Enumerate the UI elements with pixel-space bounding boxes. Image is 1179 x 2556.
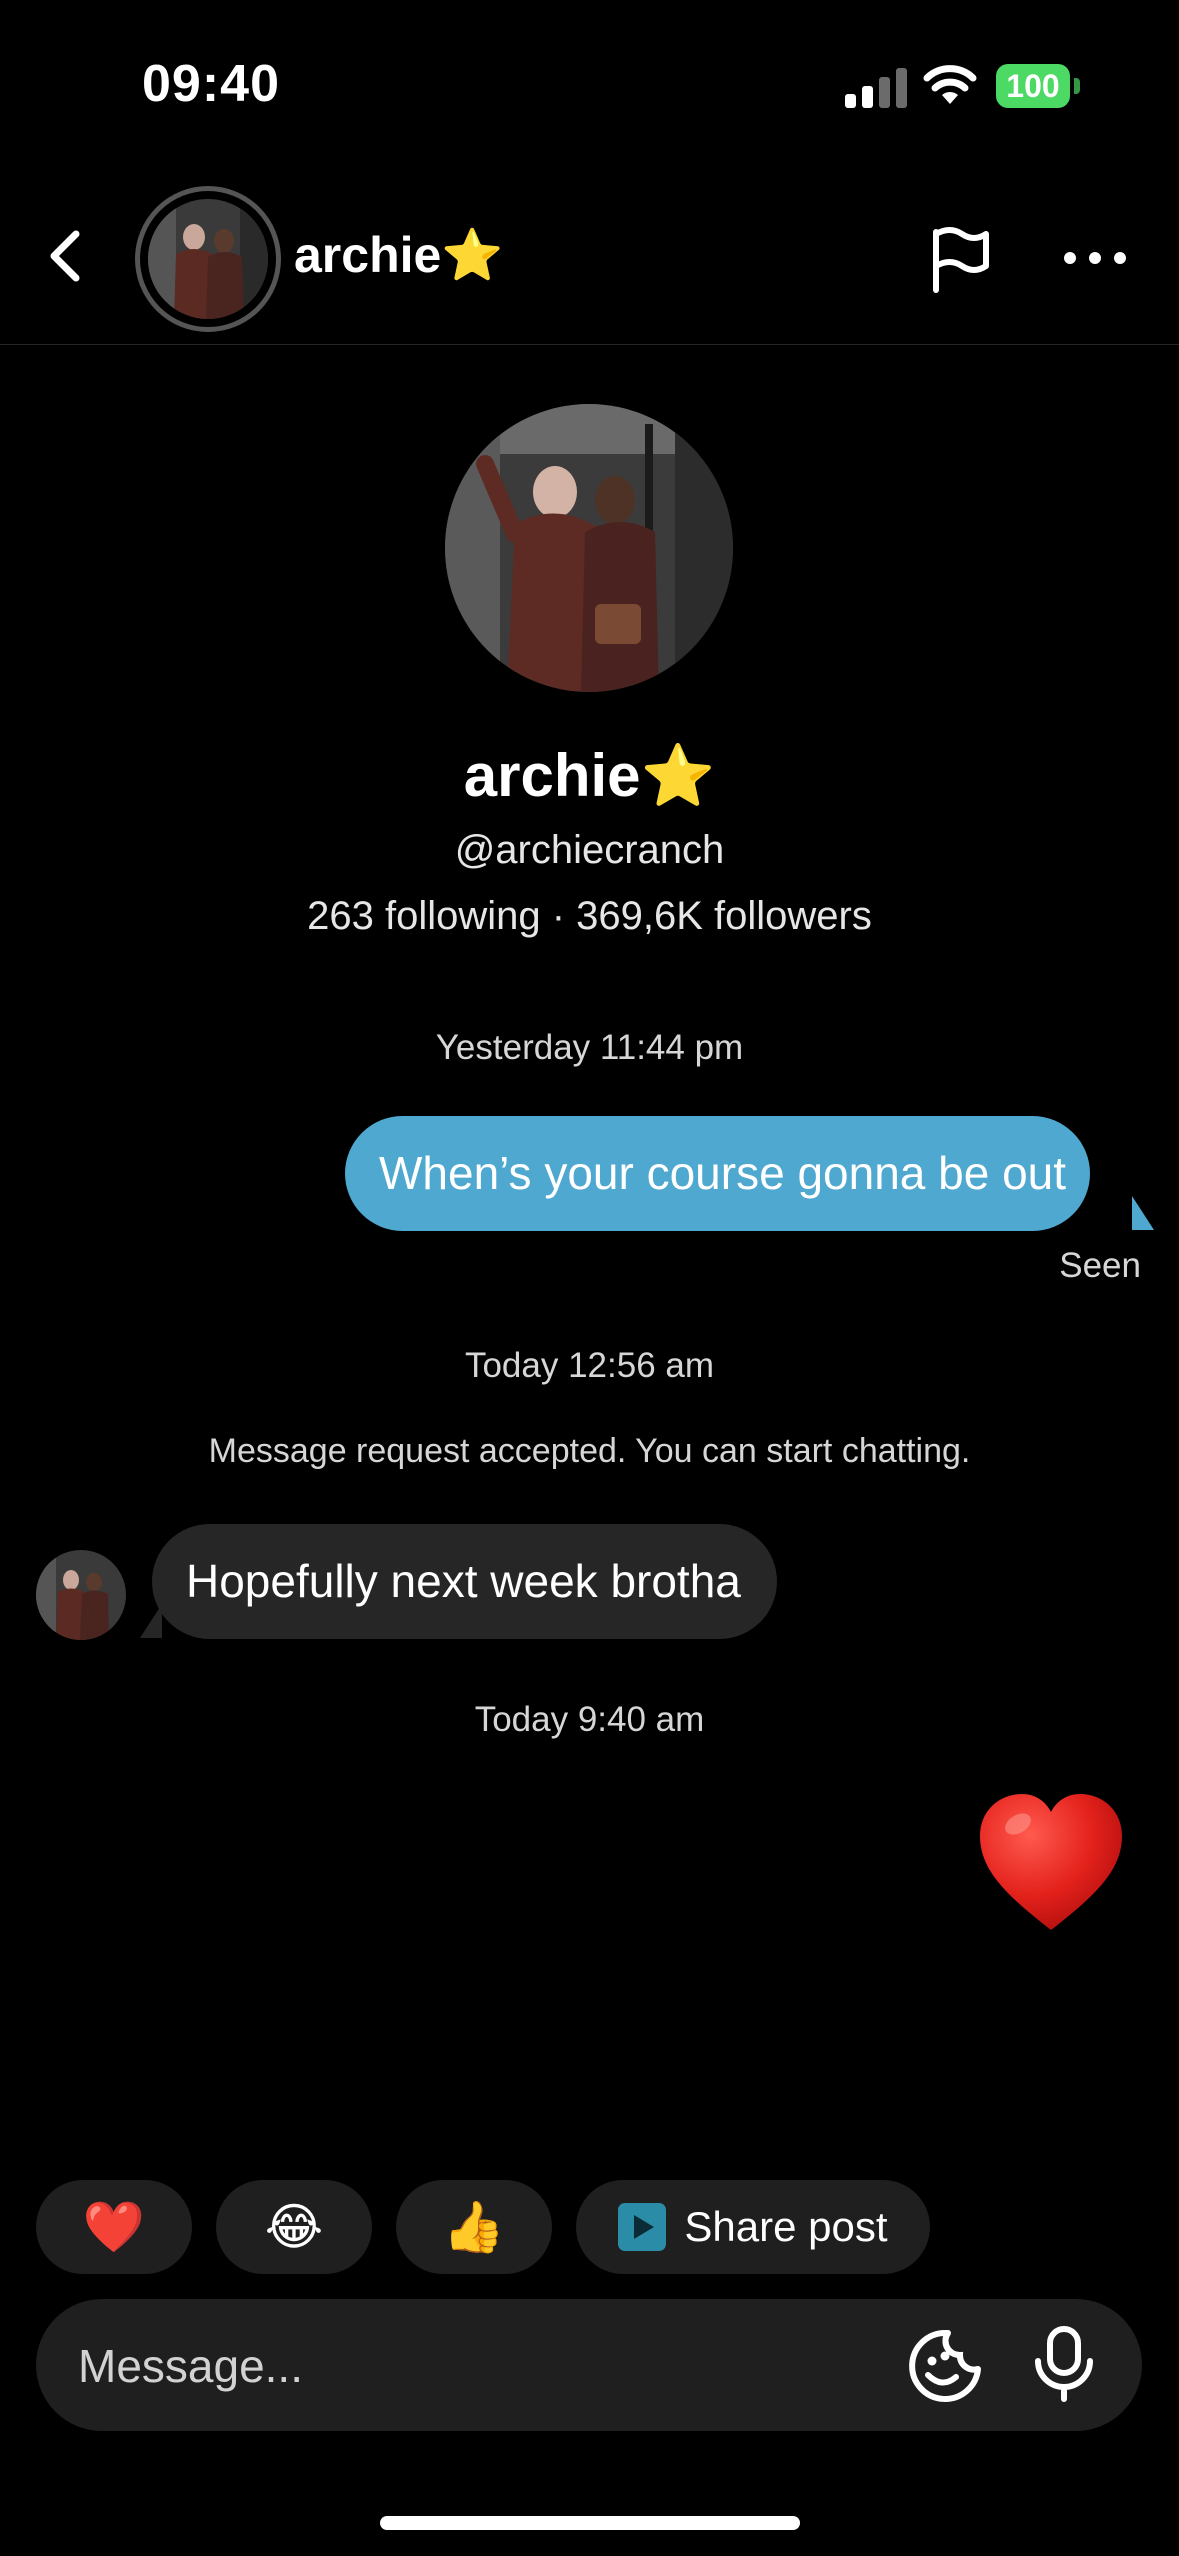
battery-level: 100: [1006, 68, 1060, 104]
seen-status: Seen: [1059, 1246, 1141, 1285]
avatar-photo: [148, 199, 268, 319]
dm-screen: 09:40 100 archie⭐ archie⭐ @archiecranch …: [0, 0, 1179, 2556]
battery-indicator: 100: [996, 64, 1080, 108]
profile-stats: 263 following · 369,6K followers: [307, 894, 872, 938]
wifi-icon: [923, 65, 977, 104]
incoming-message-bubble[interactable]: Hopefully next week brotha: [152, 1524, 777, 1639]
chevron-left-icon[interactable]: [40, 224, 92, 288]
laugh-emoji: 😂: [264, 2199, 324, 2255]
avatar[interactable]: [148, 199, 268, 319]
status-time: 09:40: [142, 55, 280, 113]
message-timestamp: Yesterday 11:44 pm: [435, 1028, 744, 1067]
heart-emoji: ❤️: [82, 2199, 146, 2255]
heart-icon[interactable]: [976, 1790, 1126, 1935]
quick-reaction-laugh[interactable]: 😂: [216, 2180, 372, 2274]
chat-header: archie⭐: [0, 168, 1179, 345]
profile-display-name: archie⭐: [463, 742, 716, 809]
home-indicator[interactable]: [380, 2516, 800, 2530]
sender-avatar[interactable]: [36, 1550, 126, 1640]
incoming-bubble-tail: [140, 1604, 162, 1638]
battery-nub: [1074, 78, 1080, 94]
header-display-name[interactable]: archie⭐: [294, 226, 504, 285]
sticker-icon[interactable]: [908, 2329, 982, 2403]
profile-photo[interactable]: [445, 404, 733, 692]
quick-reaction-heart[interactable]: ❤️: [36, 2180, 192, 2274]
thumbs-up-emoji: 👍: [442, 2199, 506, 2255]
message-timestamp: Today 12:56 am: [464, 1346, 715, 1385]
profile-photo-image: [445, 404, 733, 692]
message-input[interactable]: [76, 2299, 880, 2433]
flag-icon[interactable]: [928, 224, 992, 294]
message-timestamp: Today 9:40 am: [474, 1700, 705, 1739]
mic-icon[interactable]: [1032, 2325, 1096, 2403]
sender-avatar-photo: [36, 1550, 126, 1640]
system-message: Message request accepted. You can start …: [208, 1432, 971, 1470]
profile-handle: @archiecranch: [454, 828, 725, 872]
outgoing-bubble-tail: [1132, 1196, 1154, 1230]
signal-icon: [845, 68, 907, 108]
outgoing-message-bubble[interactable]: When’s your course gonna be out: [345, 1116, 1091, 1231]
more-icon[interactable]: [1060, 246, 1130, 270]
play-icon: [618, 2203, 667, 2251]
share-post-button[interactable]: Share post: [576, 2180, 930, 2274]
share-post-label: Share post: [684, 2203, 888, 2250]
quick-reaction-thumbs-up[interactable]: 👍: [396, 2180, 552, 2274]
message-composer: [36, 2299, 1142, 2433]
